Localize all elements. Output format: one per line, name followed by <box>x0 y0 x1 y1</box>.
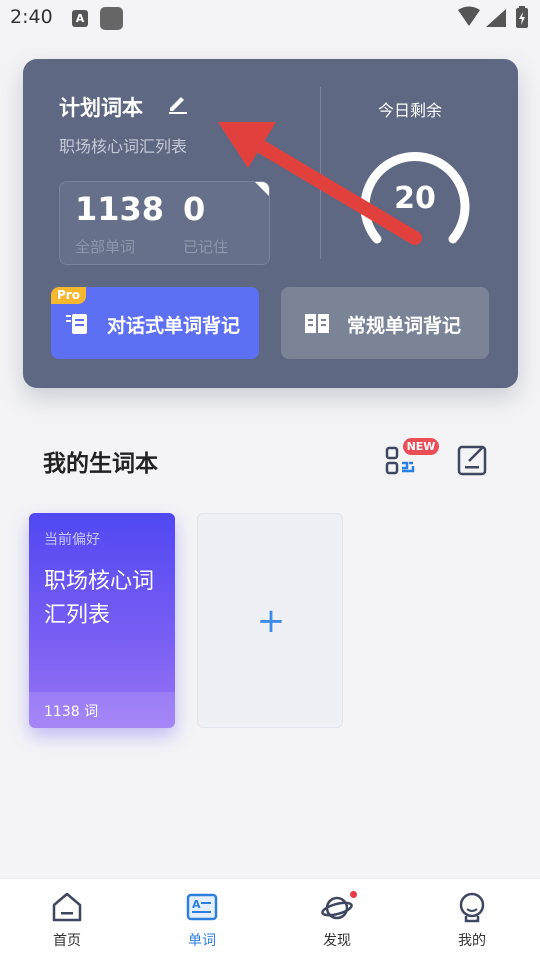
wifi-icon <box>458 6 480 26</box>
nav-item-profile[interactable]: 我的 <box>427 879 517 960</box>
nav-item-discover[interactable]: 发现 <box>292 879 382 960</box>
book-word-count: 1138 词 <box>44 704 99 720</box>
add-vocab-book-button[interactable]: + <box>197 513 343 728</box>
status-time: 2:40 <box>10 6 53 28</box>
dialog-memorize-label: 对话式单词背记 <box>107 315 241 337</box>
vocab-section-title: 我的生词本 <box>43 451 158 477</box>
notification-a-icon: A <box>72 10 88 27</box>
book-footer: 1138 词 <box>29 692 175 728</box>
nav-item-words[interactable]: A 单词 <box>157 879 247 960</box>
total-word-label: 全部单词 <box>75 238 136 256</box>
regular-memorize-label: 常规单词背记 <box>347 315 462 337</box>
pro-badge: Pro <box>51 287 86 304</box>
book-icon <box>305 314 329 333</box>
annotation-arrow <box>218 122 422 245</box>
book-preference-label: 当前偏好 <box>44 532 100 548</box>
dialog-doc-icon <box>66 314 87 334</box>
book-name: 职场核心词汇列表 <box>44 569 155 628</box>
nav-item-home[interactable]: 首页 <box>22 879 112 960</box>
discover-notification-dot <box>350 891 357 898</box>
plan-title: 计划词本 <box>59 96 143 120</box>
dialog-memorize-button[interactable]: Pro 对话式单词背记 <box>51 287 259 359</box>
home-icon <box>52 892 82 922</box>
nav-label-discover: 发现 <box>323 933 351 949</box>
total-word-count: 1138 <box>75 190 165 228</box>
plan-subtitle: 职场核心词汇列表 <box>59 137 188 156</box>
planet-icon <box>321 896 353 920</box>
notification-app-icon <box>100 7 123 30</box>
new-badge: NEW <box>403 438 439 455</box>
vocab-book-card[interactable]: 当前偏好 职场核心词汇列表 1138 词 <box>29 513 175 728</box>
signal-icon <box>486 9 506 27</box>
nav-label-home: 首页 <box>53 933 81 949</box>
note-edit-icon[interactable] <box>457 444 489 476</box>
status-indicators <box>458 6 528 28</box>
nav-label-profile: 我的 <box>458 933 486 949</box>
edit-icon[interactable] <box>166 91 190 115</box>
regular-memorize-button[interactable]: 常规单词背记 <box>281 287 489 359</box>
bottom-nav: 首页 A 单词 发现 我的 <box>0 878 540 960</box>
plus-icon: + <box>256 601 286 641</box>
svg-text:A: A <box>192 898 201 911</box>
memorized-count: 0 <box>183 190 206 228</box>
nav-label-words: 单词 <box>188 933 216 949</box>
word-card-icon: A <box>186 893 218 921</box>
profile-icon <box>459 892 485 923</box>
status-bar: 2:40 A <box>0 0 540 36</box>
